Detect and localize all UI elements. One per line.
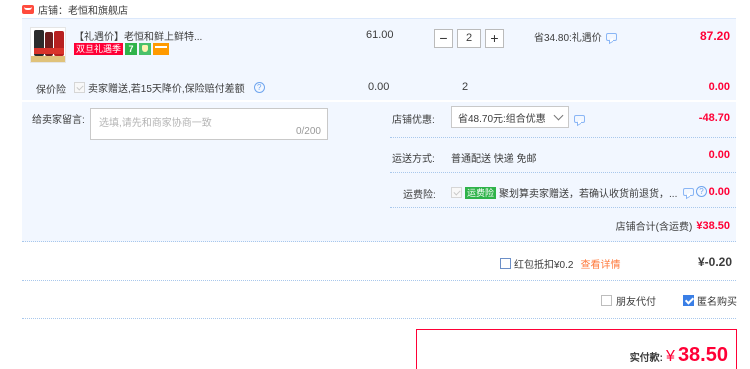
shipping-value: 普通配送 快递 免邮 [451, 154, 537, 165]
divider [390, 137, 736, 138]
card-badge-icon [153, 43, 170, 55]
freight-insurance-label: 运费险: [403, 190, 436, 201]
freight-insurance-badge: 运费险 [465, 186, 497, 199]
red-packet-label: 红包抵扣¥0.2 [514, 260, 574, 271]
shop-total-label: 店铺合计(含运费) [615, 222, 693, 233]
shop-header: 店铺：老恒和旗舰店 [22, 2, 128, 17]
item-discount: 省34.80:礼遇价 [534, 29, 617, 44]
shop-icon [22, 4, 34, 14]
message-label: 给卖家留言: [32, 115, 85, 126]
item-discount-text: 省34.80:礼遇价 [534, 33, 602, 44]
shop-total-amount: ¥38.50 [696, 219, 730, 232]
message-textarea[interactable]: 选填,请先和商家协商一致 0/200 [90, 108, 328, 140]
insurance-total: 0.00 [708, 81, 730, 93]
anonymous-label: 匿名购买 [697, 297, 737, 308]
chevron-down-icon [553, 110, 564, 121]
anonymous-option: 匿名购买 [683, 293, 737, 308]
decrease-button[interactable]: − [434, 28, 453, 48]
red-packet-details-link[interactable]: 查看详情 [580, 256, 620, 271]
insurance-checkbox[interactable] [74, 82, 85, 93]
insurance-desc: 卖家赠送,若15天降价,保险赔付差额 [88, 84, 245, 95]
freight-insurance-desc: 聚划算卖家赠送，若确认收货前退货，... [499, 189, 678, 200]
insurance-option: 卖家赠送,若15天降价,保险赔付差额 ? [74, 80, 265, 95]
divider [22, 318, 736, 319]
divider [22, 280, 736, 281]
seven-day-return-badge: 7 [125, 43, 138, 55]
unit-price: 61.00 [366, 29, 394, 41]
product-image[interactable] [30, 27, 66, 63]
message-counter: 0/200 [295, 126, 321, 137]
divider [390, 207, 736, 208]
help-icon[interactable]: ? [253, 82, 265, 93]
chat-icon[interactable] [683, 187, 694, 196]
shop-total: 店铺合计(含运费) ¥38.50 [615, 218, 730, 234]
red-packet-checkbox[interactable] [500, 258, 511, 269]
shop-discount-amount: -48.70 [698, 112, 730, 124]
shipping-label: 运送方式: [392, 154, 435, 165]
chat-icon[interactable] [605, 32, 617, 41]
friend-pay-label: 朋友代付 [616, 297, 656, 308]
payment-amount: 38.50 [677, 344, 728, 366]
product-title[interactable]: 【礼遇价】老恒和鲜上鲜特... [74, 28, 202, 43]
item-subtotal: 87.20 [699, 29, 730, 43]
freight-insurance-option: 运费险 聚划算卖家赠送，若确认收货前退货，... [451, 185, 677, 200]
freight-insurance-icons: ? [683, 186, 707, 197]
shop-discount-select[interactable]: 省48.70元:组合优惠 [451, 106, 569, 128]
divider [390, 172, 736, 173]
friend-pay-checkbox[interactable] [601, 295, 612, 306]
message-placeholder: 选填,请先和商家协商一致 [99, 118, 212, 129]
red-packet-amount: ¥-0.20 [697, 255, 732, 269]
insurance-price: 0.00 [368, 81, 390, 93]
quantity-stepper: − 2 + [434, 28, 504, 48]
shop-discount-chat-icon[interactable] [574, 115, 585, 124]
quantity-input[interactable]: 2 [457, 28, 481, 48]
payment-currency: ¥ [666, 348, 675, 365]
insurance-qty: 2 [462, 81, 469, 93]
red-packet-option: 红包抵扣¥0.2 查看详情 [500, 256, 620, 271]
help-icon[interactable]: ? [696, 186, 707, 197]
shield-badge-icon [139, 43, 152, 55]
promo-tag: 双旦礼遇季 [74, 43, 124, 55]
friend-pay-option: 朋友代付 [601, 293, 656, 308]
freight-insurance-checkbox[interactable] [451, 187, 462, 198]
shop-discount-value: 省48.70元:组合优惠 [458, 113, 546, 125]
insurance-label: 保价险 [36, 85, 66, 96]
shop-name[interactable]: 店铺：老恒和旗舰店 [38, 2, 128, 17]
payment-label: 实付款: [629, 353, 664, 364]
payment-box: 实付款: ¥ 38.50 [416, 329, 737, 369]
freight-insurance-amount: 0.00 [708, 186, 730, 198]
shipping-amount: 0.00 [708, 149, 730, 161]
product-tags: 双旦礼遇季 7 [74, 43, 170, 55]
shop-discount-label: 店铺优惠: [392, 115, 435, 126]
anonymous-checkbox[interactable] [683, 295, 694, 306]
increase-button[interactable]: + [485, 28, 504, 48]
